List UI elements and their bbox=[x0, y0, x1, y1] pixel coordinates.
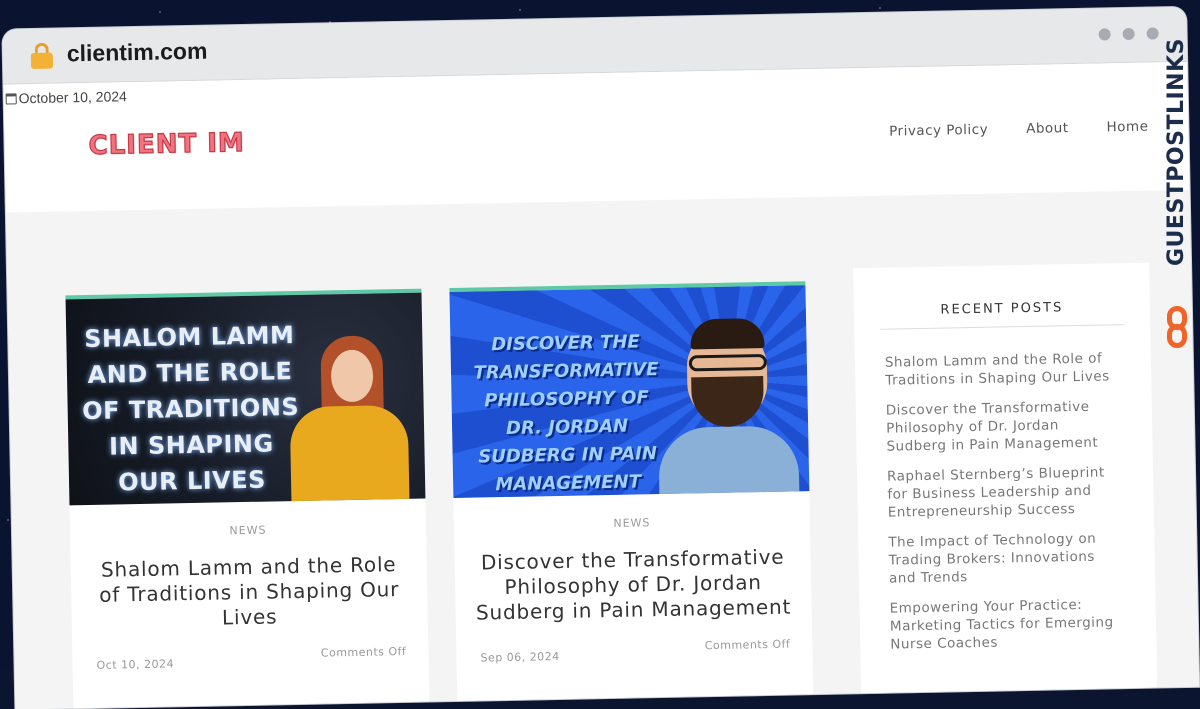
man-beard bbox=[691, 376, 765, 428]
recent-post-link[interactable]: The Impact of Technology on Trading Brok… bbox=[888, 529, 1125, 588]
web-page: October 10, 2024 CLIENT IM Privacy Polic… bbox=[3, 61, 1200, 709]
nav-privacy-policy[interactable]: Privacy Policy bbox=[889, 122, 988, 140]
thumbnail-caption: Discover the Transformative Philosophy o… bbox=[473, 331, 659, 496]
thumbnail-caption: Shalom Lamm and the Role of Traditions i… bbox=[81, 321, 300, 497]
post-card[interactable]: Discover the Transformative Philosophy o… bbox=[449, 281, 814, 709]
divider bbox=[880, 324, 1125, 330]
post-thumbnail[interactable]: Discover the Transformative Philosophy o… bbox=[449, 285, 810, 499]
post-title[interactable]: Discover the Transformative Philosophy o… bbox=[474, 545, 792, 626]
calendar-icon bbox=[5, 92, 17, 105]
site-header: October 10, 2024 CLIENT IM Privacy Polic… bbox=[3, 61, 1190, 213]
recent-post-link[interactable]: Raphael Sternberg’s Blueprint for Busine… bbox=[887, 463, 1124, 522]
post-meta: Oct 10, 2024 Comments Off bbox=[96, 645, 406, 672]
recent-post-link[interactable]: Empowering Your Practice: Marketing Tact… bbox=[889, 595, 1126, 654]
post-card[interactable]: Shalom Lamm and the Role of Traditions i… bbox=[65, 288, 430, 709]
recent-posts-list: Shalom Lamm and the Role of Traditions i… bbox=[855, 349, 1157, 655]
man-hair bbox=[690, 318, 765, 350]
address-bar-url[interactable]: clientim.com bbox=[67, 38, 208, 68]
link-icon bbox=[1164, 306, 1190, 350]
lock-icon bbox=[30, 42, 54, 70]
recent-post-link[interactable]: Discover the Transformative Philosophy o… bbox=[886, 397, 1123, 456]
woman-body bbox=[289, 404, 410, 506]
post-category[interactable]: NEWS bbox=[454, 513, 810, 533]
window-dot-icon[interactable] bbox=[1146, 27, 1159, 40]
man-body bbox=[658, 425, 800, 499]
post-thumbnail[interactable]: Shalom Lamm and the Role of Traditions i… bbox=[65, 292, 426, 506]
post-comments: Comments Off bbox=[704, 637, 791, 653]
post-meta: Sep 06, 2024 Comments Off bbox=[480, 638, 790, 665]
date-text: October 10, 2024 bbox=[18, 88, 127, 107]
window-dot-icon[interactable] bbox=[1122, 27, 1135, 41]
main-nav: Privacy Policy About Home bbox=[889, 119, 1149, 140]
site-logo[interactable]: CLIENT IM bbox=[88, 127, 246, 161]
post-date: Sep 06, 2024 bbox=[480, 649, 560, 665]
nav-about[interactable]: About bbox=[1026, 120, 1069, 137]
widget-title: RECENT POSTS bbox=[940, 300, 1064, 318]
post-title[interactable]: Shalom Lamm and the Role of Traditions i… bbox=[91, 552, 408, 633]
recent-posts-widget: RECENT POSTS Shalom Lamm and the Role of… bbox=[853, 262, 1158, 709]
recent-post-link[interactable]: Shalom Lamm and the Role of Traditions i… bbox=[885, 349, 1122, 390]
post-category[interactable]: NEWS bbox=[70, 521, 426, 541]
post-comments: Comments Off bbox=[320, 644, 407, 660]
nav-home[interactable]: Home bbox=[1106, 119, 1148, 136]
window-controls bbox=[1098, 27, 1159, 41]
browser-window: clientim.com October 10, 2024 CLIENT IM … bbox=[2, 6, 1200, 709]
watermark-text: GUESTPOSTLINKS bbox=[1164, 38, 1189, 266]
header-date: October 10, 2024 bbox=[5, 88, 127, 107]
glasses-icon bbox=[688, 353, 768, 372]
window-dot-icon[interactable] bbox=[1098, 28, 1111, 41]
